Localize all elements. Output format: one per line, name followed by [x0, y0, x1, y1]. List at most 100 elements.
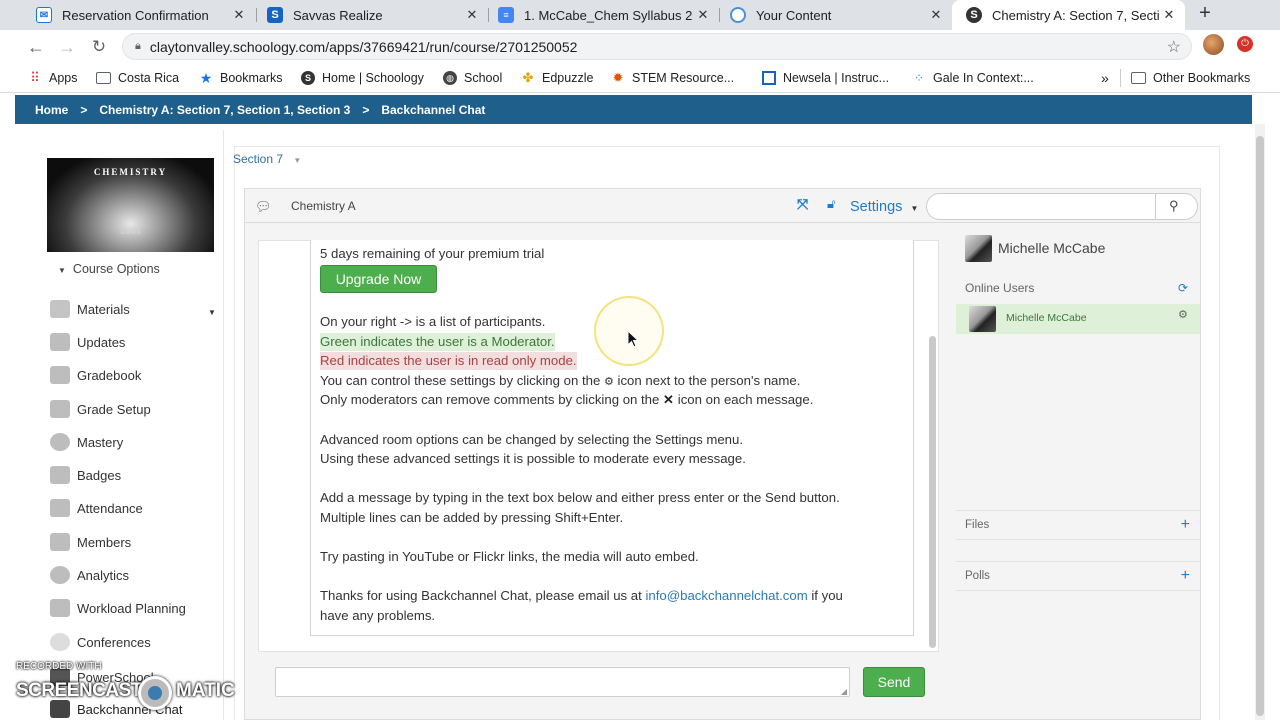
support-email-link[interactable]: info@backchannelchat.com [645, 588, 807, 603]
avatar [969, 306, 996, 332]
browser-tab-strip: ✉ Reservation Confirmation ✕ S Savvas Re… [0, 0, 1280, 30]
sidebar-item-conferences[interactable]: Conferences [50, 631, 151, 653]
gears-icon[interactable]: ⚙ [1178, 308, 1188, 321]
message-text: Thanks for using Backchannel Chat, pleas… [320, 588, 642, 603]
badges-icon [50, 466, 70, 484]
upgrade-now-button[interactable]: Upgrade Now [320, 265, 437, 293]
tab-your-content[interactable]: Your Content ✕ [716, 0, 952, 30]
polls-section[interactable]: Polls + [956, 561, 1200, 591]
sidebar-item-label: Attendance [77, 500, 143, 516]
course-image[interactable]: CHEMISTRY SCIENCE [47, 158, 214, 252]
avatar [965, 235, 992, 262]
search-divider [1155, 194, 1156, 219]
chat-bubble-icon: 💬︎ [255, 199, 272, 214]
tab-chemistry-active[interactable]: S Chemistry A: Section 7, Sectio ✕ [952, 0, 1185, 30]
sidebar-item-members[interactable]: Members [50, 531, 131, 553]
messages-scrollbar[interactable] [929, 336, 936, 648]
sidebar-item-gradebook[interactable]: Gradebook [50, 364, 141, 386]
send-button[interactable]: Send [863, 667, 925, 697]
bookmark-apps[interactable]: ⠿ Apps [28, 69, 77, 87]
unlock-icon[interactable]: 🔓︎ [827, 196, 835, 212]
back-icon[interactable]: ← [23, 34, 49, 60]
bookmark-bookmarks[interactable]: ★ Bookmarks [199, 69, 283, 87]
chat-icon [50, 700, 70, 718]
settings-menu-button[interactable]: Settings ▼ [850, 199, 918, 215]
caret-down-icon[interactable]: ▼ [208, 308, 216, 317]
other-bookmarks-folder[interactable]: Other Bookmarks [1131, 69, 1250, 87]
message-line: Thanks for using Backchannel Chat, pleas… [320, 587, 843, 605]
course-options-toggle[interactable]: ▼ Course Options [58, 262, 160, 276]
message-input[interactable]: ◢ [275, 667, 850, 697]
sidebar-item-label: Gradebook [77, 367, 142, 383]
participants-panel [955, 228, 1200, 718]
sidebar-item-label: Analytics [77, 567, 130, 583]
breadcrumb: Home > Chemistry A: Section 7, Section 1… [15, 95, 1252, 124]
chat-search-input[interactable]: ⚲ [926, 193, 1198, 220]
sidebar-item-workload-planning[interactable]: Workload Planning [50, 597, 186, 619]
sidebar-item-grade-setup[interactable]: Grade Setup [50, 398, 151, 420]
sidebar-item-analytics[interactable]: Analytics [50, 564, 129, 586]
bookmark-gale[interactable]: ⁘ Gale In Context:... [912, 69, 1034, 87]
sidebar-item-mastery[interactable]: Mastery [50, 431, 123, 453]
search-icon[interactable]: ⚲ [1169, 198, 1179, 214]
new-tab-button[interactable]: + [1194, 2, 1216, 26]
bookmark-costa-rica[interactable]: Costa Rica [96, 69, 179, 87]
extension-icon[interactable]: ⏻ [1237, 36, 1253, 52]
page-scrollbar[interactable] [1255, 124, 1265, 720]
reload-icon[interactable]: ↻ [86, 34, 112, 60]
bookmark-school[interactable]: ◍ School [443, 69, 502, 87]
section-dropdown[interactable]: Section 7 ▼ [233, 152, 301, 166]
mail-icon: ✉ [36, 7, 52, 23]
more-bookmarks-button[interactable]: » [1101, 69, 1109, 87]
schoology-icon: S [301, 71, 315, 85]
tab-title: Your Content [756, 7, 832, 23]
sidebar-item-attendance[interactable]: Attendance [50, 497, 143, 519]
sidebar-item-materials[interactable]: Materials [50, 298, 130, 320]
sidebar-item-label: Materials [77, 301, 130, 317]
tab-reservation[interactable]: ✉ Reservation Confirmation ✕ [22, 0, 255, 30]
close-icon[interactable]: ✕ [926, 7, 946, 23]
refresh-icon[interactable]: ⟳ [1178, 281, 1188, 295]
sidebar-item-badges[interactable]: Badges [50, 464, 121, 486]
message-line: Add a message by typing in the text box … [320, 490, 840, 505]
edpuzzle-icon: ✤ [522, 70, 534, 85]
profile-avatar[interactable] [1203, 34, 1224, 55]
online-user-name: Michelle McCabe [1006, 312, 1087, 324]
mouse-pointer-icon [627, 330, 639, 348]
sidebar-item-updates[interactable]: Updates [50, 331, 125, 353]
tab-title: Chemistry A: Section 7, Sectio [992, 7, 1159, 23]
schoology-icon: S [966, 7, 982, 23]
close-icon[interactable]: ✕ [462, 7, 482, 23]
bookmark-stem[interactable]: ✹ STEM Resource... [611, 69, 735, 87]
bookmark-label: Home | Schoology [322, 71, 424, 85]
tab-savvas[interactable]: S Savvas Realize ✕ [253, 0, 488, 30]
tab-syllabus[interactable]: ≡ 1. McCabe_Chem Syllabus 20 ✕ [484, 0, 719, 30]
polls-label: Polls [965, 570, 990, 582]
close-icon[interactable]: ✕ [1159, 7, 1179, 23]
resize-handle-icon[interactable]: ◢ [841, 687, 847, 696]
fullscreen-icon[interactable]: ⤧ [797, 196, 808, 213]
files-section[interactable]: Files + [956, 510, 1200, 540]
gears-icon: ⚙ [603, 376, 614, 388]
bookmark-home-schoology[interactable]: S Home | Schoology [301, 69, 424, 87]
address-bar[interactable]: 🔒︎ claytonvalley.schoology.com/apps/3766… [122, 33, 1192, 60]
add-poll-icon[interactable]: + [1181, 562, 1190, 590]
add-file-icon[interactable]: + [1181, 511, 1190, 539]
breadcrumb-home[interactable]: Home [35, 103, 68, 117]
bookmark-edpuzzle[interactable]: ✤ Edpuzzle [521, 69, 594, 87]
folder-icon [1131, 72, 1146, 84]
sidebar-item-label: Mastery [77, 434, 124, 450]
close-icon[interactable]: ✕ [229, 7, 249, 23]
scrollbar-thumb[interactable] [1256, 136, 1264, 716]
newsela-icon [762, 71, 776, 85]
bookmark-label: STEM Resource... [632, 71, 735, 85]
message-line: Multiple lines can be added by pressing … [320, 510, 624, 525]
close-icon[interactable]: ✕ [693, 7, 713, 23]
caret-down-icon: ▼ [58, 266, 66, 275]
bookmark-star-icon[interactable]: ☆ [1167, 37, 1181, 57]
tab-title: Reservation Confirmation [62, 7, 209, 23]
bookmark-newsela[interactable]: Newsela | Instruc... [762, 69, 889, 87]
remove-x-icon: ✕ [663, 392, 675, 407]
forward-icon[interactable]: → [54, 34, 80, 60]
breadcrumb-course[interactable]: Chemistry A: Section 7, Section 1, Secti… [99, 103, 350, 117]
